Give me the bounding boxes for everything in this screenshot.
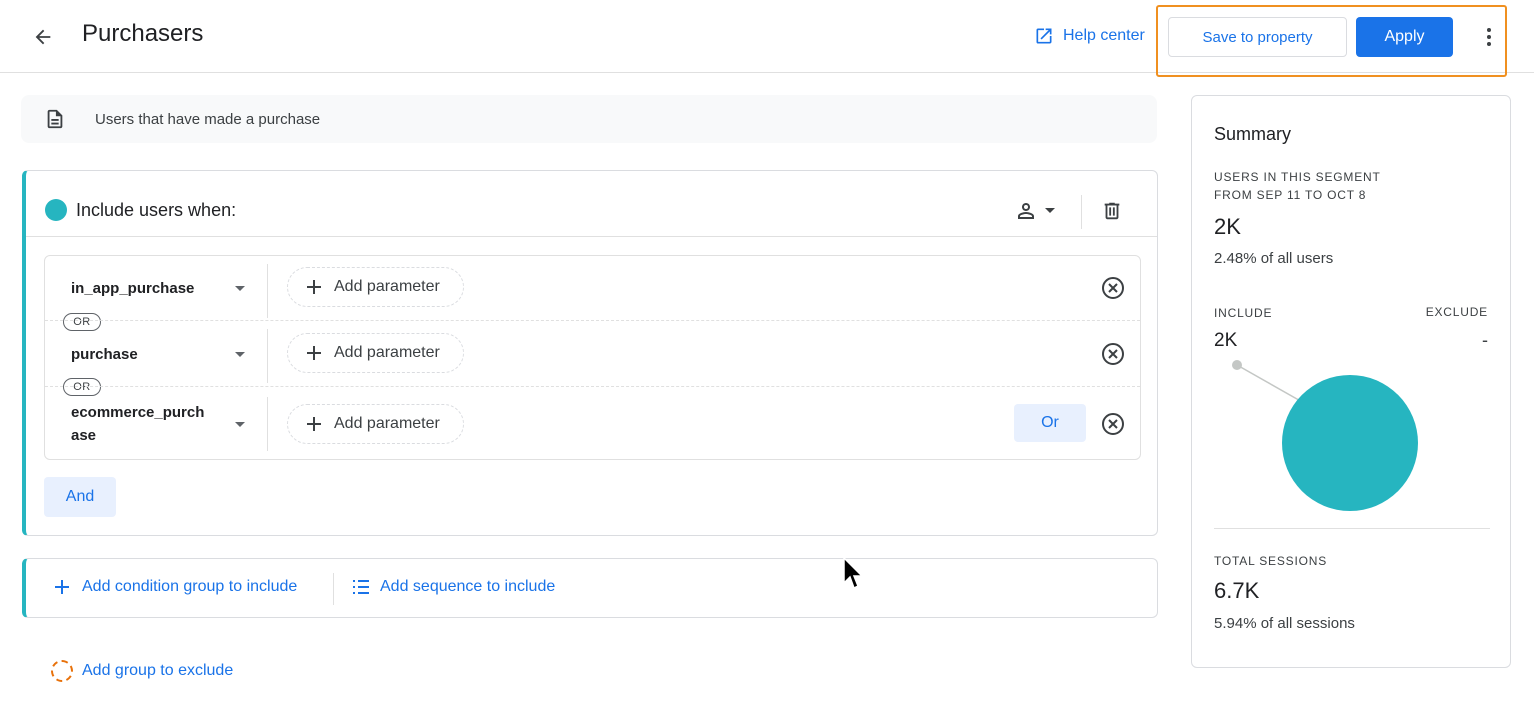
condition-row: ecommerce_purch ase Add parameter Or: [45, 386, 1140, 459]
page-title: Purchasers: [82, 20, 204, 47]
scope-selector[interactable]: [1014, 198, 1066, 224]
add-include-card: Add condition group to include Add seque…: [22, 558, 1158, 618]
remove-condition-icon[interactable]: [1101, 276, 1125, 300]
back-arrow-icon[interactable]: [28, 22, 58, 52]
row-divider: [267, 264, 268, 318]
event-caret-icon: [235, 422, 245, 427]
add-exclude-label: Add group to exclude: [82, 662, 234, 679]
document-icon: [43, 107, 67, 131]
add-parameter-button[interactable]: Add parameter: [287, 267, 464, 307]
include-condition-group: Include users when: in_app_purchase Add …: [22, 170, 1158, 536]
delete-icon[interactable]: [1100, 198, 1124, 224]
condition-list: in_app_purchase Add parameter OR purchas…: [44, 255, 1141, 460]
and-button[interactable]: And: [44, 477, 116, 517]
add-condition-group-button[interactable]: Add condition group to include: [54, 578, 297, 596]
exclude-circle-icon: [51, 660, 73, 682]
add-group-to-exclude-button[interactable]: Add group to exclude: [51, 660, 233, 682]
header-divider: [1081, 195, 1082, 229]
row-divider: [267, 397, 268, 451]
description-text: Users that have made a purchase: [95, 110, 321, 128]
event-label-line1: ecommerce_purch: [71, 404, 205, 421]
condition-row: purchase Add parameter: [45, 320, 1140, 386]
save-to-property-button[interactable]: Save to property: [1168, 17, 1347, 57]
or-button[interactable]: Or: [1014, 404, 1086, 442]
summary-panel: Summary USERS IN THIS SEGMENT FROM SEP 1…: [1191, 95, 1511, 668]
summary-divider: [1214, 528, 1490, 529]
plus-icon: [307, 417, 321, 431]
sessions-percent: 5.94% of all sessions: [1214, 615, 1355, 632]
add-parameter-label: Add parameter: [334, 278, 440, 295]
include-header: Include users when:: [26, 171, 1157, 237]
sessions-label: TOTAL SESSIONS: [1214, 554, 1328, 568]
add-parameter-button[interactable]: Add parameter: [287, 404, 464, 444]
sessions-value: 6.7K: [1214, 578, 1260, 603]
pie-slice-include[interactable]: [1282, 375, 1418, 511]
mouse-cursor-icon: [843, 557, 864, 590]
plus-icon: [55, 580, 69, 594]
help-center-label: Help center: [1063, 27, 1145, 44]
add-parameter-label: Add parameter: [334, 415, 440, 432]
users-percent: 2.48% of all users: [1214, 250, 1334, 267]
sequence-list-icon: [353, 580, 369, 594]
top-bar: Purchasers Help center Save to property …: [0, 0, 1534, 77]
include-title: Include users when:: [76, 200, 237, 220]
exclude-label: EXCLUDE: [1425, 305, 1488, 319]
help-center-link[interactable]: Help center: [1034, 26, 1145, 46]
add-sequence-button[interactable]: Add sequence to include: [352, 578, 555, 596]
include-value: 2K: [1214, 330, 1238, 351]
summary-title: Summary: [1214, 124, 1292, 144]
include-label: INCLUDE: [1214, 306, 1273, 320]
plus-icon: [307, 346, 321, 360]
pie-leader-line: [1236, 364, 1305, 404]
open-in-new-icon: [1036, 28, 1052, 44]
caret-down-icon: [1045, 208, 1055, 213]
person-icon: [1018, 203, 1034, 219]
users-value: 2K: [1214, 214, 1241, 239]
segment-description[interactable]: Users that have made a purchase: [21, 95, 1157, 143]
remove-condition-icon[interactable]: [1101, 342, 1125, 366]
event-select[interactable]: purchase: [71, 343, 251, 366]
condition-row: in_app_purchase Add parameter: [45, 256, 1140, 322]
exclude-value: -: [1482, 330, 1488, 350]
event-label-line2: ase: [71, 427, 97, 444]
segment-pie-chart: [1232, 360, 1418, 511]
add-condition-group-label: Add condition group to include: [82, 578, 298, 595]
event-select[interactable]: ecommerce_purch ase: [71, 401, 251, 447]
add-parameter-button[interactable]: Add parameter: [287, 333, 464, 373]
add-divider: [333, 573, 334, 605]
plus-icon: [307, 280, 321, 294]
segment-label-line1: USERS IN THIS SEGMENT: [1214, 170, 1381, 184]
row-divider: [267, 329, 268, 383]
add-sequence-label: Add sequence to include: [380, 578, 556, 595]
event-select[interactable]: in_app_purchase: [71, 277, 251, 300]
add-parameter-label: Add parameter: [334, 344, 440, 361]
apply-button[interactable]: Apply: [1356, 17, 1453, 57]
event-caret-icon: [235, 286, 245, 291]
segment-users-label: USERS IN THIS SEGMENT FROM SEP 11 TO OCT…: [1214, 168, 1381, 204]
more-vert-icon[interactable]: [1477, 24, 1501, 50]
remove-condition-icon[interactable]: [1101, 412, 1125, 436]
include-dot-icon: [45, 199, 67, 221]
event-caret-icon: [235, 352, 245, 357]
segment-label-line2: FROM SEP 11 TO OCT 8: [1214, 188, 1367, 202]
